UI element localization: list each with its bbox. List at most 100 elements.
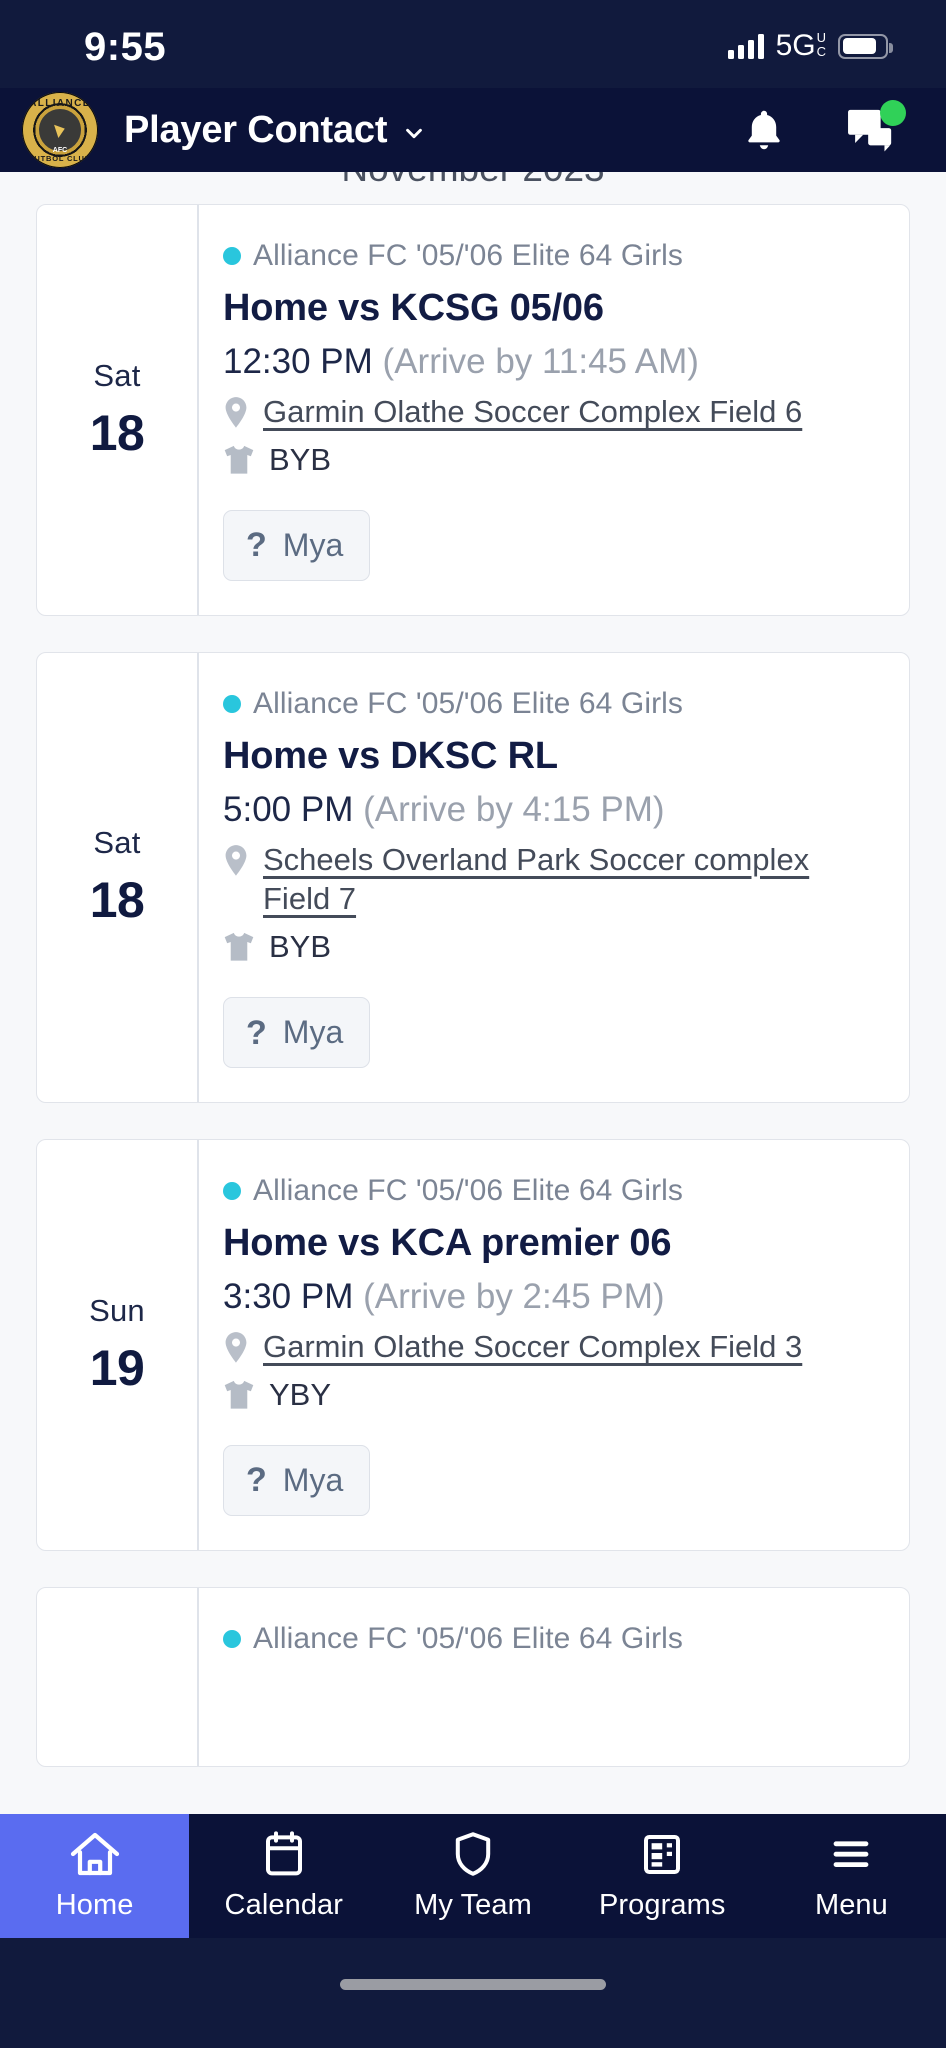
event-date [37,1588,197,1766]
event-time-line: 12:30 PM (Arrive by 11:45 AM) [223,342,883,382]
event-title: Home vs KCSG 05/06 [223,287,604,329]
event-jersey: BYB [269,441,332,477]
home-icon [70,1832,119,1875]
event-jersey-row: YBY [223,1377,883,1413]
map-pin-icon [225,397,247,428]
tab-label-menu: Menu [814,1888,888,1921]
network-sup: U [816,30,826,45]
event-date: Sun 19 [37,1140,197,1550]
map-pin-icon [225,844,247,876]
unread-badge [880,100,906,126]
rsvp-button[interactable]: ? Mya [223,1444,371,1516]
logo-monogram: AFC [52,147,68,154]
shield-icon [455,1831,491,1876]
team-color-dot-icon [223,1182,241,1201]
tab-calendar[interactable]: Calendar [189,1814,378,1938]
notifications-button[interactable] [738,104,790,156]
bell-icon [748,110,780,150]
event-arrive-time: (Arrive by 11:45 AM) [382,342,699,381]
event-location[interactable]: Garmin Olathe Soccer Complex Field 3 [263,1327,802,1367]
event-details: Alliance FC '05/'06 Elite 64 Girls Home … [197,652,909,1103]
event-day-number: 18 [89,872,145,929]
event-jersey: YBY [269,1376,332,1412]
event-time-line: 5:00 PM (Arrive by 4:15 PM) [223,790,883,830]
programs-icon [644,1834,681,1874]
event-team-name: Alliance FC '05/'06 Elite 64 Girls [253,1174,684,1208]
event-location-row[interactable]: Garmin Olathe Soccer Complex Field 6 [223,392,883,432]
app-header: ALLIANCE AFC FUTBOL CLUB Player Contact [0,88,946,172]
battery-icon [838,33,893,59]
status-bar-time: 9:55 [84,24,167,69]
event-card[interactable]: Sat 18 Alliance FC '05/'06 Elite 64 Girl… [36,651,910,1104]
jersey-shirt-icon [224,1380,254,1409]
calendar-icon [265,1830,302,1875]
network-type-label: 5G U C [776,29,826,63]
tab-label-programs: Programs [598,1888,726,1921]
rsvp-player-name: Mya [282,526,344,563]
question-mark-icon: ? [246,526,267,565]
event-time: 3:30 PM [223,1277,354,1317]
jersey-shirt-icon [224,445,254,474]
rsvp-button[interactable]: ? Mya [223,509,371,581]
event-team-name: Alliance FC '05/'06 Elite 64 Girls [253,686,684,720]
map-pin-icon [225,1332,247,1363]
event-day-of-week: Sat [93,825,141,861]
event-time-line: 3:30 PM (Arrive by 2:45 PM) [223,1277,883,1317]
home-indicator[interactable] [340,1978,606,1990]
network-type-text: 5G [775,29,816,62]
event-day-of-week: Sun [89,1292,145,1328]
event-location[interactable]: Scheels Overland Park Soccer complex Fie… [263,840,883,919]
event-day-of-week: Sat [93,357,141,393]
event-card[interactable]: Alliance FC '05/'06 Elite 64 Girls [36,1586,910,1767]
tab-home[interactable]: Home [0,1814,190,1938]
app-screen: 9:55 5G U C ALLIANCE AFC FUTBOL CLUB Pla… [0,0,946,2048]
event-team-name: Alliance FC '05/'06 Elite 64 Girls [253,239,684,272]
event-team-line: Alliance FC '05/'06 Elite 64 Girls [223,239,883,273]
tab-label-calendar: Calendar [224,1888,344,1921]
event-day-number: 18 [89,404,145,461]
event-title: Home vs KCA premier 06 [223,1222,672,1265]
event-team-line: Alliance FC '05/'06 Elite 64 Girls [223,1622,883,1656]
team-color-dot-icon [223,1629,241,1648]
alliance-fc-logo-icon: ALLIANCE AFC FUTBOL CLUB [22,92,98,168]
event-team-line: Alliance FC '05/'06 Elite 64 Girls [223,1174,883,1208]
cellular-bars-icon [727,33,764,59]
question-mark-icon: ? [246,1461,267,1500]
event-location-row[interactable]: Scheels Overland Park Soccer complex Fie… [223,840,883,919]
event-location[interactable]: Garmin Olathe Soccer Complex Field 6 [263,392,802,432]
rsvp-player-name: Mya [282,1014,344,1051]
tab-programs[interactable]: Programs [568,1814,757,1938]
event-jersey: BYB [269,929,332,965]
tab-my-team[interactable]: My Team [378,1814,567,1938]
event-details: Alliance FC '05/'06 Elite 64 Girls Home … [197,1140,909,1550]
rsvp-player-name: Mya [282,1461,344,1498]
event-card[interactable]: Sun 19 Alliance FC '05/'06 Elite 64 Girl… [36,1139,910,1551]
event-day-number: 19 [89,1339,145,1396]
event-team-name: Alliance FC '05/'06 Elite 64 Girls [253,1621,684,1655]
tab-menu[interactable]: Menu [757,1814,946,1938]
question-mark-icon: ? [246,1013,267,1052]
messages-button[interactable] [846,100,906,156]
chevron-down-icon[interactable] [403,122,425,144]
team-color-dot-icon [223,247,241,265]
event-jersey-row: BYB [223,929,883,965]
logo-player-glyph [53,121,67,139]
hamburger-menu-icon [834,1840,869,1867]
rsvp-button[interactable]: ? Mya [223,997,371,1069]
tab-label-my-team: My Team [414,1888,532,1921]
event-date: Sat 18 [37,205,197,615]
event-time: 5:00 PM [223,789,354,829]
jersey-shirt-icon [224,932,254,961]
logo-bottom-word: FUTBOL CLUB [29,154,91,163]
schedule-list[interactable]: November 2023 Sat 18 Alliance FC '05/'06… [0,172,946,2048]
event-team-line: Alliance FC '05/'06 Elite 64 Girls [223,687,883,721]
event-location-row[interactable]: Garmin Olathe Soccer Complex Field 3 [223,1327,883,1367]
status-bar: 9:55 5G U C [0,0,946,88]
event-details: Alliance FC '05/'06 Elite 64 Girls [197,1587,909,1766]
event-date: Sat 18 [37,653,197,1102]
tab-label-home: Home [55,1888,134,1921]
event-title: Home vs DKSC RL [223,734,558,777]
page-title[interactable]: Player Contact [124,109,387,152]
event-card[interactable]: Sat 18 Alliance FC '05/'06 Elite 64 Girl… [36,204,910,616]
event-arrive-time: (Arrive by 4:15 PM) [363,789,665,829]
